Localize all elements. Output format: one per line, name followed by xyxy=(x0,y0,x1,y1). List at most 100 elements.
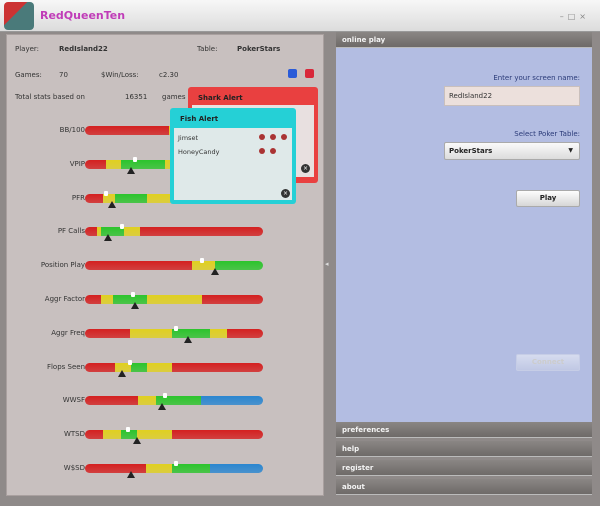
bar-segment xyxy=(85,159,107,169)
maximize-icon[interactable]: □ xyxy=(568,12,580,21)
bar-segment xyxy=(85,362,116,372)
shark-alert-title: Shark Alert xyxy=(198,94,243,102)
section-preferences[interactable]: preferences xyxy=(336,422,592,438)
bar-segment xyxy=(131,362,148,372)
connect-button[interactable]: Connect xyxy=(516,354,580,371)
stat-row: PF Calls xyxy=(7,224,325,242)
bar-segment xyxy=(85,193,103,203)
bar-segment xyxy=(102,430,121,440)
table-value: PokerStars xyxy=(237,45,281,53)
games-value: 70 xyxy=(59,71,68,79)
shark-close-icon[interactable]: × xyxy=(301,164,310,173)
player-marker-icon xyxy=(107,200,116,208)
bar-segment xyxy=(147,362,173,372)
player-marker-icon xyxy=(130,302,139,309)
stat-label: Aggr Factor xyxy=(44,295,85,303)
stat-label: PFR xyxy=(71,193,85,202)
fish-close-icon[interactable]: × xyxy=(281,189,290,198)
player-marker-icon xyxy=(184,335,193,343)
section-about[interactable]: about xyxy=(336,479,592,495)
stat-bar xyxy=(85,261,263,271)
fish-player[interactable]: Jimset xyxy=(178,134,288,142)
table-select[interactable]: PokerStars ▼ xyxy=(444,142,580,160)
average-tick xyxy=(173,461,178,466)
stat-bar xyxy=(85,295,263,304)
player-marker-icon xyxy=(157,403,166,411)
rating-dot-icon xyxy=(281,134,287,140)
screen-name-input[interactable]: RedIsland22 xyxy=(444,86,580,106)
app-title: RedQueenTen xyxy=(40,9,126,22)
bar-segment xyxy=(115,193,148,203)
total-games-value: 16351 xyxy=(125,93,148,101)
bar-segment xyxy=(85,464,146,473)
average-tick xyxy=(132,156,137,162)
table-select-value: PokerStars xyxy=(449,147,493,155)
stat-label: Flops Seen xyxy=(46,362,85,371)
rating-dot-icon xyxy=(270,148,276,154)
title-bar: RedQueenTen –□× xyxy=(0,0,600,32)
stat-row: WTSD xyxy=(7,427,325,445)
average-tick xyxy=(163,393,168,399)
bar-segment xyxy=(200,396,263,406)
rating-dot-icon xyxy=(259,148,265,154)
online-play-header[interactable]: online play xyxy=(336,32,592,48)
stat-label: W$SD xyxy=(63,464,85,472)
stat-bar xyxy=(85,430,263,440)
average-tick xyxy=(131,292,136,297)
stat-row: Aggr Freq xyxy=(7,325,325,343)
bar-segment xyxy=(172,362,263,372)
stat-label: VPIP xyxy=(69,159,85,168)
bar-segment xyxy=(85,126,169,135)
stat-label: Aggr Freq xyxy=(51,328,85,337)
fish-player-name: HoneyCandy xyxy=(178,148,220,156)
stat-bar xyxy=(85,396,263,406)
close-icon[interactable]: × xyxy=(579,12,590,21)
splitter-handle[interactable]: ◂ xyxy=(325,260,331,270)
player-value: RedIsland22 xyxy=(59,45,108,53)
bar-segment xyxy=(145,464,173,473)
average-tick xyxy=(127,359,132,365)
bar-segment xyxy=(209,328,228,338)
player-marker-icon xyxy=(118,369,127,377)
total-games-suffix: games xyxy=(162,93,186,101)
average-tick xyxy=(200,258,205,264)
average-tick xyxy=(125,427,130,433)
bar-segment xyxy=(85,396,139,406)
bar-segment xyxy=(85,261,192,271)
player-marker-icon xyxy=(210,268,219,276)
player-marker-icon xyxy=(127,166,136,174)
blue-toggle-icon[interactable] xyxy=(288,69,297,78)
online-play-panel: Enter your screen name: RedIsland22 Sele… xyxy=(336,48,592,422)
bar-segment xyxy=(129,328,173,338)
player-label: Player: xyxy=(15,45,40,53)
right-panel: online play Enter your screen name: RedI… xyxy=(334,32,594,498)
bar-segment xyxy=(138,396,157,406)
window-controls[interactable]: –□× xyxy=(560,12,590,21)
winloss-label: $Win/Loss: xyxy=(101,71,139,79)
bar-segment xyxy=(85,227,98,237)
minimize-icon[interactable]: – xyxy=(560,12,568,21)
bar-segment xyxy=(85,295,102,304)
bar-segment xyxy=(101,295,114,304)
red-toggle-icon[interactable] xyxy=(305,69,314,78)
fish-alert-popup[interactable]: Fish Alert Jimset HoneyCandy × xyxy=(170,108,296,204)
bar-segment xyxy=(85,328,130,338)
stat-label: WTSD xyxy=(63,430,85,439)
fish-rating xyxy=(254,148,276,156)
section-help[interactable]: help xyxy=(336,441,592,457)
section-register[interactable]: register xyxy=(336,460,592,476)
chevron-down-icon: ▼ xyxy=(568,147,573,154)
play-button[interactable]: Play xyxy=(516,190,580,207)
stat-label: PF Calls xyxy=(57,227,85,236)
stat-row: WWSF xyxy=(7,393,325,411)
stat-label: Position Play xyxy=(40,261,85,270)
bar-segment xyxy=(214,261,263,271)
screen-name-label: Enter your screen name: xyxy=(493,74,580,82)
winloss-value: c2.30 xyxy=(159,71,179,79)
fish-player[interactable]: HoneyCandy xyxy=(178,148,288,156)
games-label: Games: xyxy=(15,71,42,79)
bar-segment xyxy=(140,227,263,237)
bar-segment xyxy=(106,159,121,169)
total-stats-label: Total stats based on xyxy=(15,93,85,101)
bar-segment xyxy=(147,295,203,304)
